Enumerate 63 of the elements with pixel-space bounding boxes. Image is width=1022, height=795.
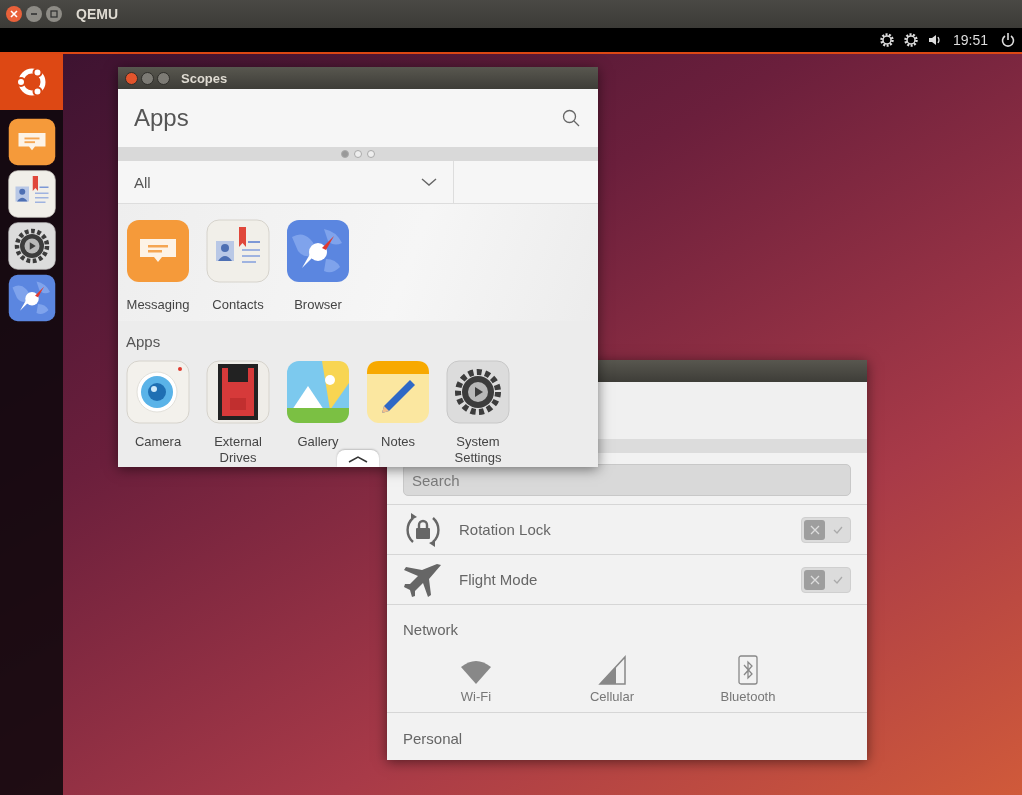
gear-icon[interactable] [902,32,919,48]
section-heading: Personal [387,712,867,747]
contact-card-icon [206,219,270,283]
maximize-icon [50,10,58,18]
setting-label: Rotation Lock [459,521,552,538]
chevron-up-icon [347,454,369,463]
compass-icon [7,274,56,322]
airplane-icon [403,561,443,598]
contact-card-icon [7,170,56,218]
page-indicator-dot[interactable] [367,150,375,158]
section-heading: Apps [125,332,162,350]
toggle-switch[interactable] [801,566,851,593]
gear-icon [446,360,510,424]
chevron-down-icon [421,177,437,187]
dash-button[interactable] [0,54,63,110]
setting-label: Flight Mode [459,571,539,588]
app-tile[interactable]: Contacts [198,219,278,321]
maximize-button[interactable] [157,71,170,85]
app-tile[interactable]: Notes [358,360,438,466]
camera-icon [126,360,190,424]
minimize-button[interactable] [141,71,154,85]
expand-tab[interactable] [337,450,379,467]
speech-bubble-icon [7,118,56,166]
search-icon[interactable] [562,109,580,127]
cross-icon [809,574,820,585]
wifi-icon [460,659,492,685]
landscape-icon [286,360,350,424]
cross-icon [809,524,820,535]
page-title: Apps [134,104,189,132]
app-tile[interactable]: Gallery [278,360,358,466]
app-tile[interactable]: System Settings [438,360,518,466]
rotation-lock-icon [403,511,443,548]
network-item[interactable]: Cellular [572,654,652,704]
sd-card-icon [206,360,270,424]
volume-icon[interactable] [926,32,943,48]
checkmark-icon [832,574,843,585]
close-icon [10,10,18,18]
gear-icon [7,222,56,270]
window-title: QEMU [76,6,118,22]
minimize-icon [30,10,38,18]
window-title: Scopes [181,70,228,86]
page-indicator-dot[interactable] [354,150,362,158]
gear-icon[interactable] [878,32,895,48]
power-icon[interactable] [1000,32,1016,48]
notepad-icon [366,360,430,424]
toggle-switch[interactable] [801,516,851,543]
search-field[interactable]: Search [403,464,851,496]
speech-bubble-icon [126,219,190,283]
app-tile[interactable]: Camera [118,360,198,466]
app-tile[interactable]: External Drives [198,360,278,466]
section-heading: Network [402,620,459,638]
bluetooth-icon [737,655,759,685]
page-indicator-dot[interactable] [341,150,349,158]
checkmark-icon [832,524,843,535]
network-item[interactable]: Bluetooth [708,654,788,704]
maximize-button[interactable] [46,6,62,22]
app-tile[interactable]: Browser [278,219,358,321]
network-item[interactable]: Wi-Fi [436,654,516,704]
signal-icon [596,655,628,685]
compass-icon [286,219,350,283]
clock-text[interactable]: 19:51 [952,32,988,48]
close-button[interactable] [6,6,22,22]
app-tile[interactable]: Messaging [118,219,198,321]
